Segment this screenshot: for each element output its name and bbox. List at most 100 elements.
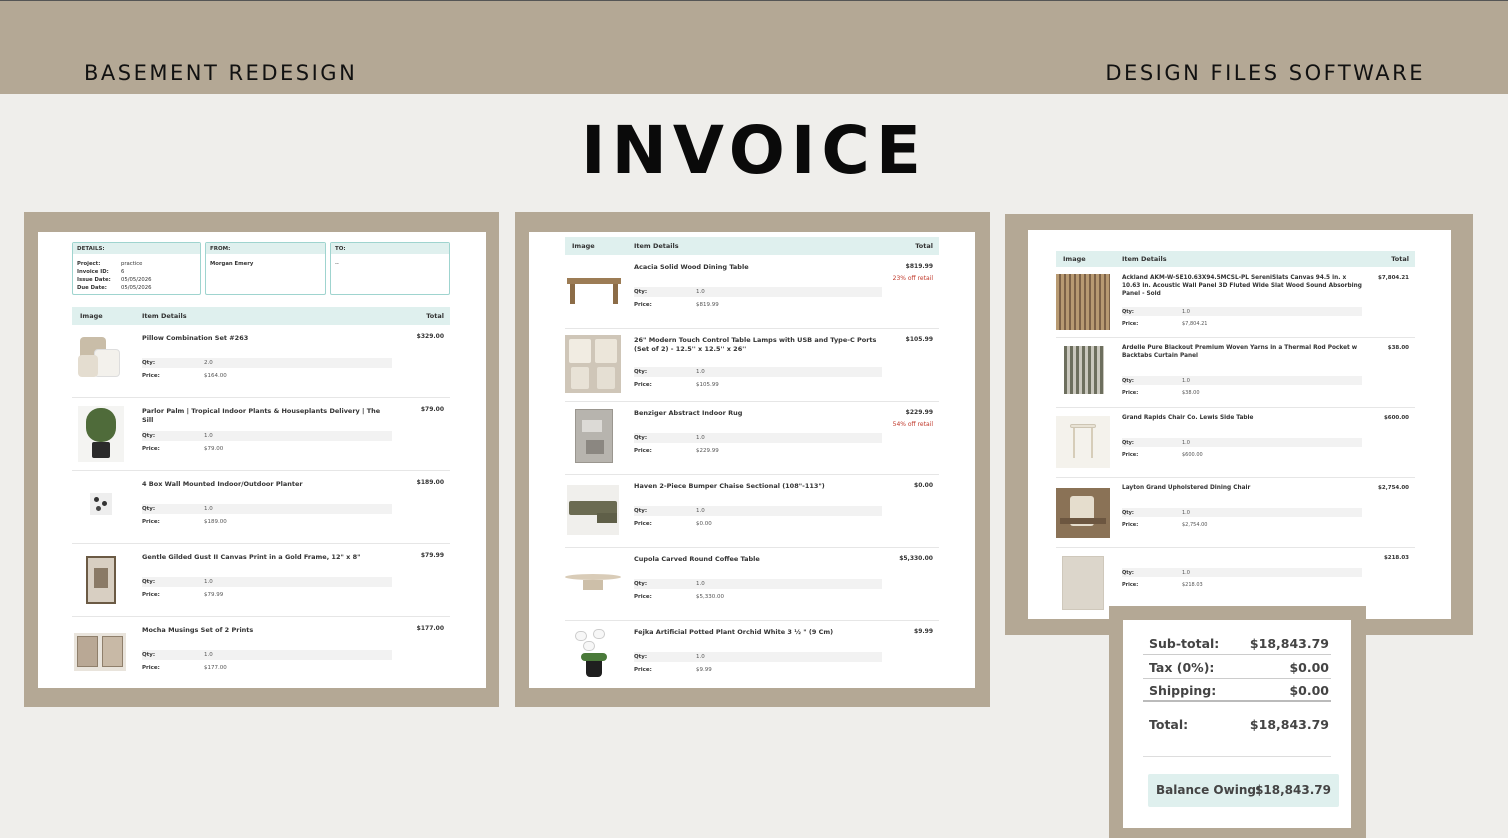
item-name: Pillow Combination Set #263 (142, 334, 249, 342)
shipping-row: Shipping: $0.00 (1143, 679, 1331, 702)
item-image (86, 556, 116, 604)
item-total: $9.99 (914, 628, 933, 635)
price-label: Price: (634, 302, 652, 308)
invoice-id-label: Invoice ID: (77, 269, 109, 275)
qty-value: 1.0 (204, 652, 213, 658)
item-total: $79.99 (420, 552, 444, 559)
balance-owing-label: Balance Owing: (1156, 783, 1261, 797)
qty-value: 1.0 (1182, 378, 1190, 384)
qty-label: Qty: (142, 579, 156, 585)
qty-label: Qty: (1122, 440, 1134, 446)
tax-row: Tax (0%): $0.00 (1143, 656, 1331, 679)
price-row: Price: $177.00 (142, 663, 392, 673)
item-total: $819.99 (905, 263, 933, 270)
item-name: 26" Modern Touch Control Table Lamps wit… (634, 336, 877, 353)
table-row: Haven 2-Piece Bumper Chaise Sectional (1… (565, 475, 939, 548)
qty-value: 2.0 (204, 360, 213, 366)
price-row: Price: $0.00 (634, 519, 882, 529)
price-label: Price: (1122, 522, 1139, 528)
table-row: 26" Modern Touch Control Table Lamps wit… (565, 329, 939, 402)
qty-label: Qty: (142, 433, 156, 439)
price-value: $218.03 (1182, 582, 1203, 588)
to-header: TO: (331, 243, 449, 254)
price-label: Price: (634, 667, 652, 673)
price-row: Price: $7,804.21 (1122, 319, 1362, 328)
total-row: Total: $18,843.79 (1143, 713, 1331, 736)
item-image (1064, 346, 1104, 394)
item-image (565, 572, 621, 594)
price-row: Price: $819.99 (634, 300, 882, 310)
tax-label: Tax (0%): (1149, 660, 1215, 675)
brand-title: DESIGN FILES SOFTWARE (1105, 61, 1425, 85)
to-value: -- (335, 261, 339, 267)
price-value: $2,754.00 (1182, 522, 1208, 528)
item-total: $229.99 (905, 409, 933, 416)
qty-row: Qty: 1.0 (634, 506, 882, 516)
item-details-column-header: Item Details (634, 242, 679, 250)
image-column-header: Image (80, 312, 103, 320)
table-row: Benziger Abstract Indoor Rug $229.99 54%… (565, 402, 939, 475)
qty-value: 1.0 (1182, 440, 1190, 446)
item-name: Ackland AKM-W-SE10.63X94.5MCSL-PL Sereni… (1122, 275, 1362, 297)
shipping-label: Shipping: (1149, 683, 1217, 698)
items-table-header: Image Item Details Total (1056, 251, 1415, 267)
price-row: Price: $38.00 (1122, 388, 1362, 397)
price-value: $7,804.21 (1182, 321, 1208, 327)
price-label: Price: (634, 594, 652, 600)
price-value: $229.99 (696, 448, 719, 454)
table-row: Grand Rapids Chair Co. Lewis Side Table … (1056, 408, 1415, 478)
item-total: $5,330.00 (899, 555, 933, 562)
qty-value: 1.0 (204, 579, 213, 585)
table-row: Acacia Solid Wood Dining Table $819.99 2… (565, 256, 939, 329)
issue-date-value: 05/05/2026 (121, 277, 152, 283)
price-value: $177.00 (204, 665, 227, 671)
invoice-page-1-frame: DETAILS: Project: practice Invoice ID: 6… (24, 212, 499, 707)
item-total: $0.00 (914, 482, 933, 489)
issue-date-label: Issue Date: (77, 277, 111, 283)
from-box: FROM: Morgan Emery (205, 242, 326, 295)
price-row: Price: $2,754.00 (1122, 520, 1362, 529)
item-name: Ardelle Pure Blackout Premium Woven Yarn… (1122, 345, 1358, 359)
price-label: Price: (142, 373, 160, 379)
item-image (575, 409, 613, 463)
qty-row: Qty: 1.0 (1122, 376, 1362, 385)
price-label: Price: (1122, 390, 1139, 396)
price-value: $38.00 (1182, 390, 1200, 396)
qty-value: 1.0 (696, 435, 705, 441)
items-table-header: Image Item Details Total (72, 307, 450, 325)
qty-value: 1.0 (1182, 309, 1190, 315)
invoice-page-3: Image Item Details Total Ackland AKM-W-S… (1028, 230, 1451, 619)
qty-value: 1.0 (696, 369, 705, 375)
items-table-header: Image Item Details Total (565, 237, 939, 255)
qty-value: 1.0 (1182, 510, 1190, 516)
total-column-header: Total (915, 242, 933, 250)
total-value: $18,843.79 (1249, 717, 1329, 732)
qty-label: Qty: (142, 506, 156, 512)
qty-value: 1.0 (696, 581, 705, 587)
table-row: Gentle Gilded Gust II Canvas Print in a … (72, 544, 450, 617)
price-label: Price: (1122, 321, 1139, 327)
project-label: Project: (77, 261, 101, 267)
totals-frame: Sub-total: $18,843.79 Tax (0%): $0.00 Sh… (1109, 606, 1366, 838)
table-row: 4 Box Wall Mounted Indoor/Outdoor Plante… (72, 471, 450, 544)
price-row: Price: $79.99 (142, 590, 392, 600)
item-name: Cupola Carved Round Coffee Table (634, 555, 760, 563)
due-date-label: Due Date: (77, 285, 107, 291)
subtotal-value: $18,843.79 (1249, 636, 1329, 651)
price-value: $0.00 (696, 521, 712, 527)
price-value: $105.99 (696, 382, 719, 388)
item-name: Gentle Gilded Gust II Canvas Print in a … (142, 553, 361, 561)
price-label: Price: (1122, 452, 1139, 458)
qty-row: Qty: 1.0 (142, 650, 392, 660)
price-row: Price: $218.03 (1122, 580, 1362, 589)
subtotal-row: Sub-total: $18,843.79 (1143, 632, 1331, 655)
price-label: Price: (1122, 582, 1139, 588)
item-image (1056, 488, 1110, 538)
total-column-header: Total (1391, 255, 1409, 263)
qty-row: Qty: 1.0 (634, 433, 882, 443)
project-value: practice (121, 261, 143, 267)
item-discount: 23% off retail (892, 275, 933, 282)
header-bar: BASEMENT REDESIGN DESIGN FILES SOFTWARE (0, 0, 1508, 94)
item-discount: 54% off retail (892, 421, 933, 428)
price-label: Price: (142, 519, 160, 525)
